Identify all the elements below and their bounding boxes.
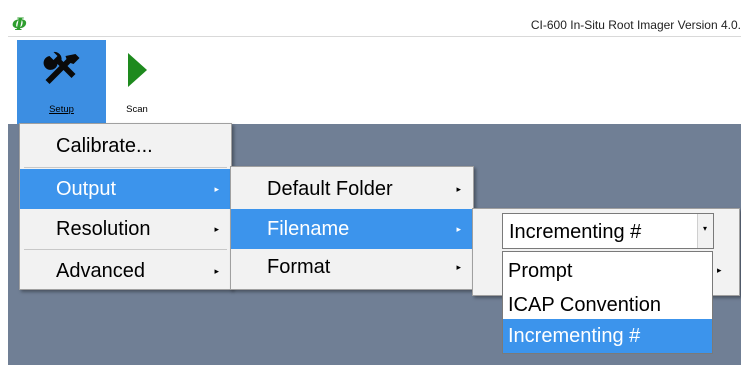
menu-item-label: Resolution	[56, 218, 151, 240]
option-icap-convention[interactable]: ICAP Convention	[503, 288, 712, 322]
setup-button[interactable]: Setup	[17, 40, 106, 124]
chevron-down-icon: ▾	[703, 224, 708, 233]
menu-separator	[24, 167, 227, 168]
submenu-arrow-icon: ▸	[214, 184, 219, 194]
setup-menu: Calibrate... Output ▸ Resolution ▸ Advan…	[19, 123, 232, 290]
tools-icon	[43, 51, 80, 84]
option-incrementing-number[interactable]: Incrementing #	[503, 319, 712, 353]
toolbar: Setup Scan	[8, 37, 741, 124]
menu-item-label: Advanced	[56, 260, 145, 282]
menu-item-resolution[interactable]: Resolution ▸	[20, 209, 231, 249]
combobox-dropdown-button[interactable]: ▾	[697, 214, 713, 248]
submenu-arrow-icon: ▸	[456, 224, 461, 234]
menu-item-filename[interactable]: Filename ▸	[231, 209, 473, 249]
menu-item-label: Calibrate...	[56, 135, 153, 157]
submenu-arrow-icon: ▸	[456, 184, 461, 194]
menu-item-label: Filename	[267, 218, 350, 240]
menu-item-output[interactable]: Output ▸	[20, 169, 231, 209]
submenu-arrow-icon: ▸	[717, 265, 722, 275]
submenu-arrow-icon: ▸	[214, 266, 219, 276]
title-bar: Φ CI-600 In-Situ Root Imager Version 4.0…	[8, 15, 741, 36]
menu-item-advanced[interactable]: Advanced ▸	[20, 251, 231, 291]
menu-item-format[interactable]: Format ▸	[231, 247, 473, 287]
menu-item-label: Format	[267, 256, 331, 278]
scan-button-label: Scan	[126, 104, 148, 115]
menu-item-label: Output	[56, 178, 117, 200]
play-icon	[128, 53, 147, 87]
submenu-arrow-icon: ▸	[456, 262, 461, 272]
menu-separator	[24, 249, 227, 250]
app-window: Φ CI-600 In-Situ Root Imager Version 4.0…	[0, 0, 741, 365]
output-submenu: Default Folder ▸ Filename ▸ Format ▸	[230, 166, 474, 290]
menu-item-label: Default Folder	[267, 178, 393, 200]
combobox-value: Incrementing #	[509, 221, 642, 243]
menu-item-calibrate[interactable]: Calibrate...	[20, 126, 231, 166]
option-prompt[interactable]: Prompt	[503, 254, 712, 288]
app-logo-icon: Φ	[12, 15, 27, 35]
window-title: CI-600 In-Situ Root Imager Version 4.0.	[530, 18, 741, 32]
submenu-arrow-icon: ▸	[214, 224, 219, 234]
filename-mode-combobox[interactable]: Incrementing # ▾	[502, 213, 714, 249]
filename-mode-dropdown-list: Prompt ICAP Convention Incrementing #	[502, 251, 713, 354]
setup-button-label: Setup	[49, 104, 74, 115]
menu-item-default-folder[interactable]: Default Folder ▸	[231, 169, 473, 209]
scan-button[interactable]: Scan	[107, 40, 167, 124]
